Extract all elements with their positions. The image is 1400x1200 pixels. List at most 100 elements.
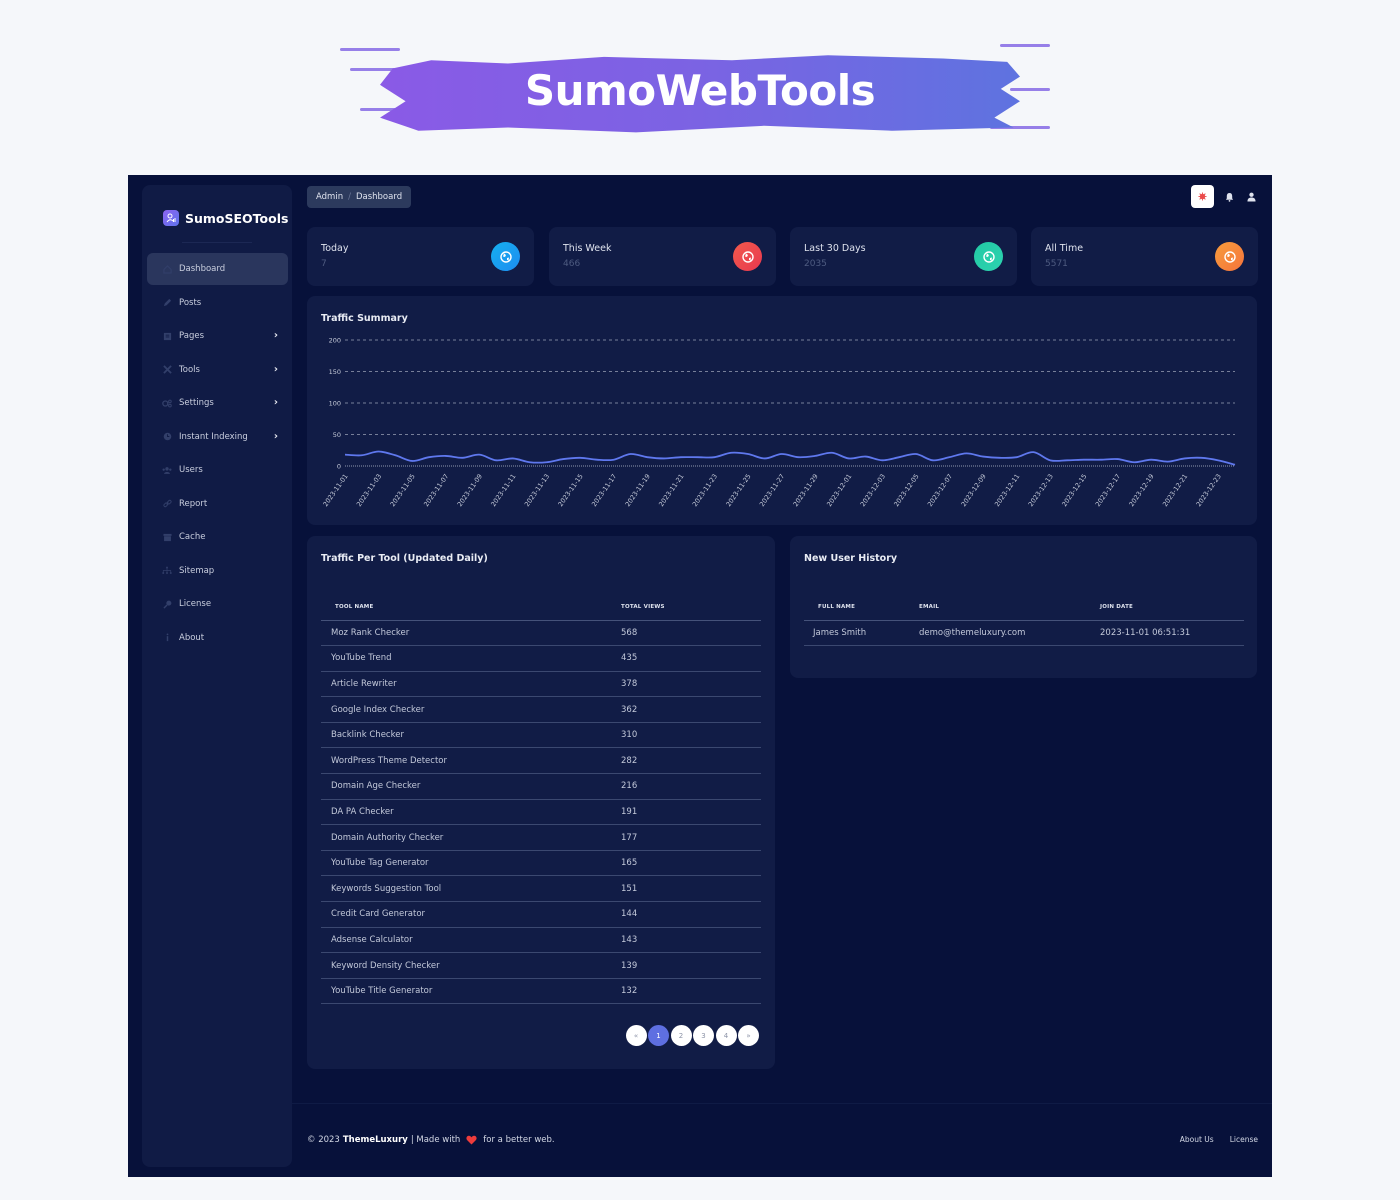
- home-icon: [162, 264, 172, 274]
- table-row: Keywords Suggestion Tool 151: [321, 875, 761, 903]
- column-header-tool-name[interactable]: TOOL NAME: [321, 594, 621, 621]
- y-tick-label: 150: [329, 368, 341, 376]
- pagination-prev-button[interactable]: «: [625, 1025, 647, 1046]
- x-tick-label: 2023-11-15: [557, 473, 585, 509]
- sidebar-item-cache[interactable]: Cache: [147, 521, 288, 553]
- column-header-email[interactable]: EMAIL: [919, 594, 1100, 621]
- breadcrumb-item-dashboard: Dashboard: [355, 192, 403, 202]
- traffic-summary-card: Traffic Summary 0 50 100 150 200 2023-11-01 20…: [307, 296, 1257, 525]
- total-views-cell: 282: [621, 747, 761, 775]
- company-link[interactable]: ThemeLuxury: [343, 1135, 408, 1145]
- card-title: Traffic Per Tool (Updated Daily): [321, 553, 488, 564]
- x-tick-label: 2023-11-19: [624, 473, 652, 509]
- sidebar-item-posts[interactable]: Posts: [147, 287, 288, 319]
- tool-name-cell: Keywords Suggestion Tool: [321, 875, 621, 903]
- sidebar-item-label: Instant Indexing: [179, 431, 248, 442]
- sidebar-item-label: License: [179, 599, 212, 609]
- x-tick-label: 2023-12-21: [1161, 473, 1189, 509]
- stat-value: 466: [563, 259, 581, 269]
- globe-icon: [1215, 242, 1244, 271]
- stat-card-today: Today 7: [307, 227, 534, 286]
- sidebar-item-users[interactable]: Users: [147, 454, 288, 486]
- profile-button[interactable]: [1245, 190, 1258, 203]
- sidebar-item-settings[interactable]: Settings ›: [147, 387, 288, 419]
- tool-name-cell: Google Index Checker: [321, 696, 621, 723]
- new-user-history-card: New User History FULL NAME EMAIL JOIN DA…: [790, 536, 1257, 678]
- tool-name-cell: Keyword Density Checker: [321, 952, 621, 979]
- x-tick-label: 2023-11-25: [724, 473, 752, 509]
- x-tick-label: 2023-11-17: [590, 473, 618, 509]
- table-row: Moz Rank Checker 568: [321, 620, 761, 647]
- sidebar-item-label: Cache: [179, 532, 206, 542]
- tagline-text: for a better web.: [483, 1135, 555, 1145]
- new-users-table: FULL NAME EMAIL JOIN DATE James Smith dem…: [804, 594, 1244, 647]
- sidebar-item-pages[interactable]: Pages ›: [147, 320, 288, 352]
- sidebar-item-label: Tools: [179, 364, 200, 375]
- total-views-cell: 143: [621, 927, 761, 954]
- sitemap-icon: [162, 566, 172, 576]
- full-name-cell: James Smith: [804, 620, 919, 647]
- globe-icon: [974, 242, 1003, 271]
- brand-name: SumoSEOTools: [185, 210, 289, 226]
- table-row: YouTube Title Generator 132: [321, 978, 761, 1005]
- sidebar-item-tools[interactable]: Tools ›: [147, 354, 288, 386]
- brand[interactable]: SumoSEOTools: [163, 210, 288, 226]
- globe-icon: [733, 242, 762, 271]
- pencil-icon: [162, 298, 172, 308]
- sidebar-item-label: Report: [179, 498, 208, 509]
- pagination-next-button[interactable]: »: [738, 1025, 759, 1046]
- table-row: YouTube Trend 435: [321, 645, 761, 672]
- language-button[interactable]: [1191, 185, 1214, 208]
- banner-title: SumoWebTools: [524, 66, 876, 115]
- x-tick-label: 2023-11-23: [691, 473, 719, 509]
- tools-icon: [162, 365, 172, 375]
- sidebar-item-license[interactable]: License: [147, 588, 288, 620]
- sidebar-item-dashboard[interactable]: Dashboard: [147, 253, 288, 285]
- footer-link-about-us[interactable]: About Us: [1180, 1135, 1214, 1144]
- email-cell: demo@themeluxury.com: [919, 620, 1100, 647]
- footer-link-license[interactable]: License: [1230, 1135, 1258, 1144]
- pagination-page-2[interactable]: 2: [670, 1025, 692, 1046]
- stat-value: 7: [321, 259, 327, 269]
- x-tick-label: 2023-11-05: [389, 473, 417, 509]
- tool-name-cell: YouTube Trend: [321, 645, 621, 672]
- table-row: Domain Age Checker 216: [321, 773, 761, 800]
- table-row: Keyword Density Checker 139: [321, 952, 761, 979]
- sidebar-nav: Dashboard Posts Pages › Tools › Settings › Insta…: [147, 253, 288, 655]
- sidebar-item-report[interactable]: Report: [147, 488, 288, 520]
- link-icon: [162, 499, 172, 509]
- breadcrumb-separator: /: [348, 192, 351, 202]
- pagination-page-1[interactable]: 1: [648, 1025, 669, 1046]
- tool-name-cell: YouTube Title Generator: [321, 978, 621, 1005]
- header-actions: [1191, 185, 1258, 208]
- tool-name-cell: Moz Rank Checker: [321, 620, 621, 647]
- x-tick-label: 2023-12-01: [825, 473, 853, 509]
- notifications-button[interactable]: [1223, 190, 1236, 203]
- sidebar-item-sitemap[interactable]: Sitemap: [147, 555, 288, 587]
- table-row: Domain Authority Checker 177: [321, 824, 761, 851]
- tool-name-cell: Credit Card Generator: [321, 901, 621, 928]
- breadcrumb-item-admin[interactable]: Admin: [316, 192, 343, 202]
- footer: © 2023 ThemeLuxury | Made with for a bet…: [292, 1103, 1272, 1177]
- pagination-page-3[interactable]: 3: [693, 1025, 714, 1046]
- column-header-full-name[interactable]: FULL NAME: [804, 594, 919, 621]
- total-views-cell: 568: [621, 620, 761, 647]
- tool-traffic-table: TOOL NAME TOTAL VIEWS Moz Rank Checker 56…: [321, 594, 761, 1005]
- x-tick-label: 2023-12-09: [960, 473, 988, 509]
- total-views-cell: 435: [621, 645, 761, 672]
- table-row: Credit Card Generator 144: [321, 901, 761, 928]
- column-header-total-views[interactable]: TOTAL VIEWS: [621, 594, 761, 621]
- tool-name-cell: Domain Authority Checker: [321, 824, 621, 851]
- pagination-page-4[interactable]: 4: [715, 1025, 737, 1046]
- total-views-cell: 132: [621, 978, 761, 1005]
- sidebar-item-instant-indexing[interactable]: Instant Indexing ›: [147, 421, 288, 453]
- page-icon: [162, 331, 172, 341]
- table-row: James Smith demo@themeluxury.com 2023-11-0…: [804, 620, 1244, 647]
- x-tick-label: 2023-12-13: [1027, 473, 1055, 509]
- archive-icon: [162, 532, 172, 542]
- column-header-join-date[interactable]: JOIN DATE: [1100, 594, 1244, 621]
- info-icon: [162, 633, 172, 643]
- sidebar-item-about[interactable]: About: [147, 622, 288, 654]
- total-views-cell: 165: [621, 850, 761, 877]
- x-tick-label: 2023-11-21: [657, 473, 685, 509]
